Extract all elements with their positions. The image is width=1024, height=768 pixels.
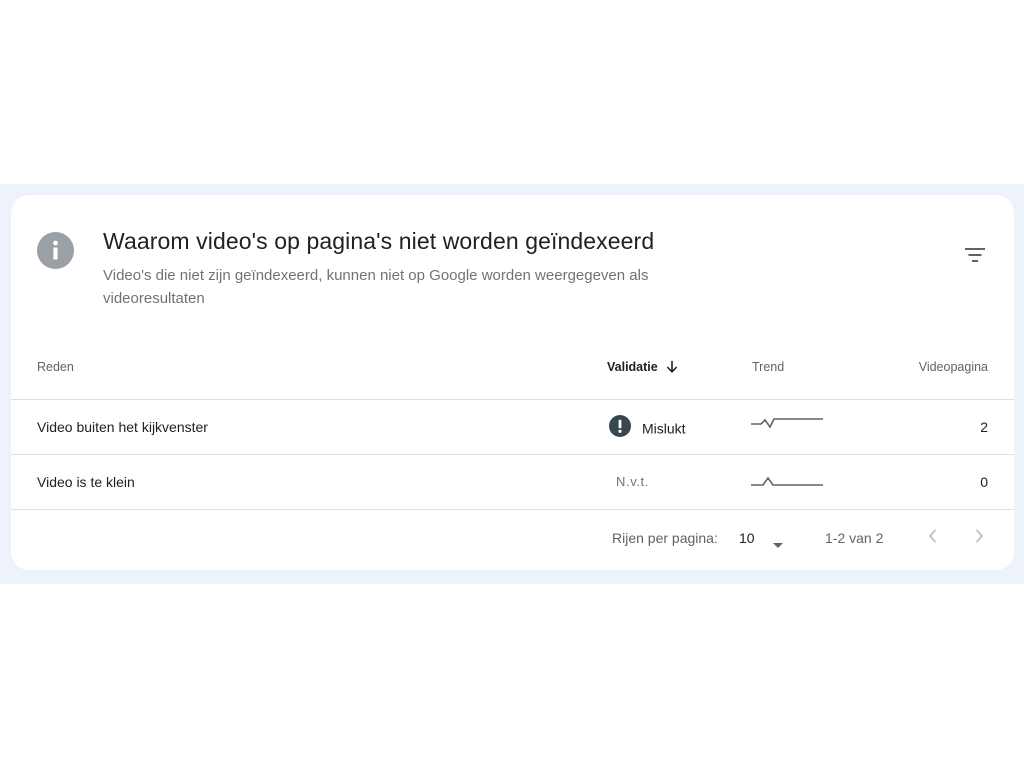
row-page-count: 0 xyxy=(980,474,988,490)
chevron-right-icon xyxy=(975,529,984,543)
card-title: Waarom video's op pagina's niet worden g… xyxy=(103,228,655,254)
column-header-validation-label: Validatie xyxy=(607,360,658,374)
row-validation: Mislukt xyxy=(609,400,686,454)
column-header-reason[interactable]: Reden xyxy=(37,360,74,374)
dropdown-caret-icon xyxy=(772,536,784,554)
column-header-pages[interactable]: Videopagina xyxy=(919,360,988,374)
table-divider xyxy=(11,509,1014,510)
table-row[interactable]: Video is te klein N.v.t. 0 xyxy=(11,455,1014,509)
row-validation-label: Mislukt xyxy=(642,420,686,437)
card-subtitle: Video's die niet zijn geïndexeerd, kunne… xyxy=(103,267,649,307)
row-reason: Video buiten het kijkvenster xyxy=(37,419,208,435)
arrow-down-icon xyxy=(665,360,679,377)
rows-per-page-select[interactable]: 10 xyxy=(739,530,799,550)
exclamation-icon xyxy=(609,415,631,438)
table-row[interactable]: Video buiten het kijkvenster Mislukt 2 xyxy=(11,400,1014,454)
row-validation: N.v.t. xyxy=(616,474,649,489)
column-header-validation[interactable]: Validatie xyxy=(607,360,679,377)
next-page-button[interactable] xyxy=(969,526,989,546)
issues-card: Waarom video's op pagina's niet worden g… xyxy=(11,195,1014,570)
rows-per-page-label: Rijen per pagina: xyxy=(612,530,718,546)
pagination-range: 1-2 van 2 xyxy=(825,530,884,546)
chevron-left-icon xyxy=(928,529,937,543)
row-reason: Video is te klein xyxy=(37,474,135,490)
rows-per-page-value: 10 xyxy=(739,530,755,546)
filter-icon[interactable] xyxy=(963,245,987,265)
previous-page-button[interactable] xyxy=(923,526,943,546)
row-page-count: 2 xyxy=(980,419,988,435)
info-icon xyxy=(37,232,74,269)
column-header-trend: Trend xyxy=(752,360,785,374)
